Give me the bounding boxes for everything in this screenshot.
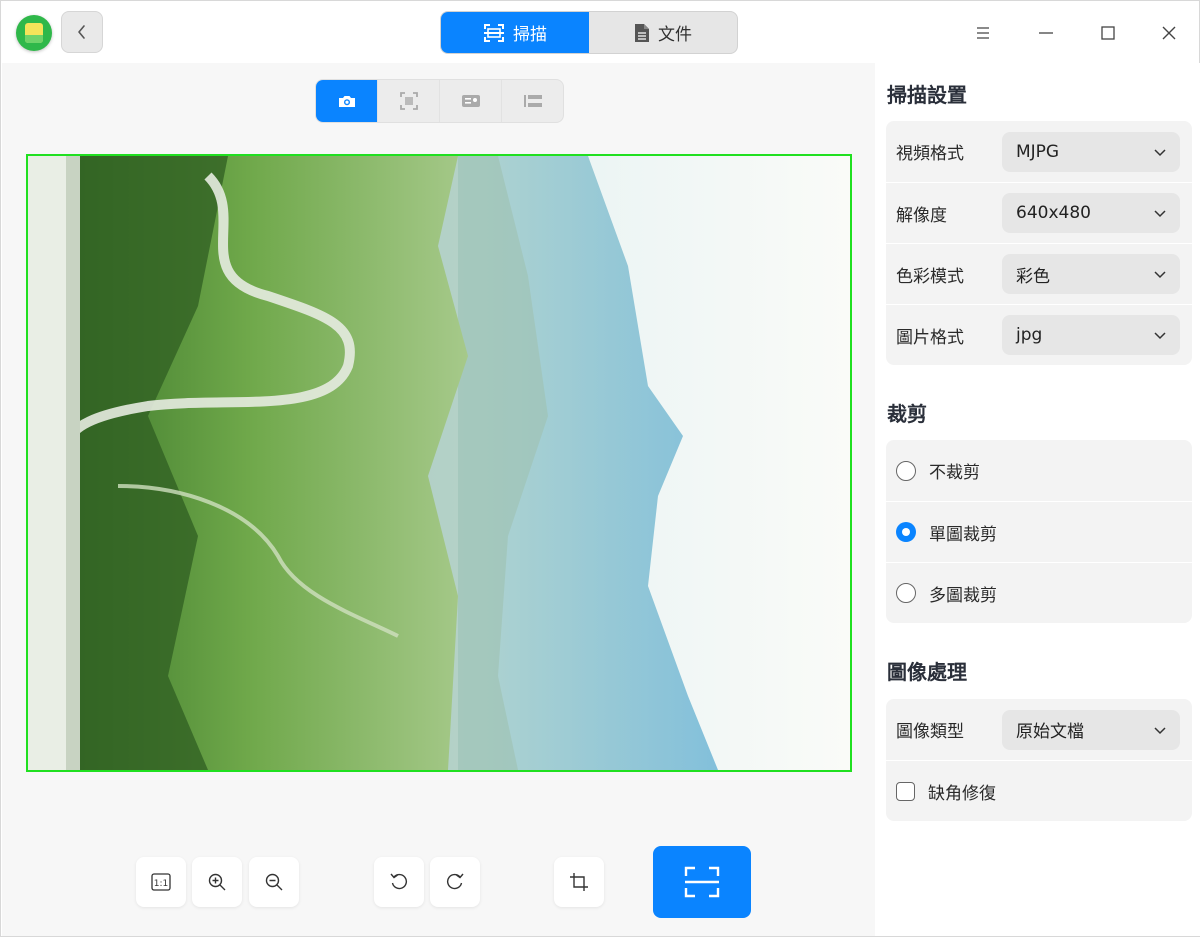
capture-mode-photo[interactable]: [316, 80, 377, 122]
color-mode-row: 色彩模式 彩色: [886, 243, 1192, 304]
crop-title: 裁剪: [887, 402, 927, 426]
image-type-value: 原始文檔: [1016, 722, 1084, 742]
crop-none-radio[interactable]: [896, 460, 916, 481]
maximize-button[interactable]: [1088, 13, 1128, 53]
image-type-select[interactable]: 原始文檔: [1002, 709, 1180, 750]
color-mode-select[interactable]: 彩色: [1002, 254, 1180, 294]
app-logo-icon: [16, 15, 52, 51]
scan-frame-icon: [399, 92, 418, 110]
chevron-down-icon: [1154, 148, 1166, 156]
camera-preview[interactable]: [26, 154, 852, 772]
scanner-window: 掃描 文件 1:1 掃描設置 視頻格式 MJPG 解像度 640x480 色彩模…: [0, 0, 1200, 937]
video-format-value: MJPG: [1016, 141, 1060, 162]
camera-icon: [338, 96, 355, 107]
crop-option-multi[interactable]: 多圖裁剪: [886, 562, 1192, 623]
color-mode-label: 色彩模式: [896, 266, 964, 287]
capture-mode-stitch[interactable]: [501, 80, 563, 122]
resolution-value: 640x480: [1016, 203, 1091, 223]
crop-group: 不裁剪 單圖裁剪 多圖裁剪: [886, 440, 1192, 623]
capture-mode-id-card[interactable]: [439, 80, 501, 122]
image-format-label: 圖片格式: [896, 327, 964, 348]
rotate-right-icon: [446, 873, 464, 890]
crop-multi-radio[interactable]: [896, 583, 916, 603]
title-bar: 掃描 文件: [1, 1, 1199, 63]
preview-workspace: 1:1: [2, 63, 875, 936]
settings-panel: 掃描設置 視頻格式 MJPG 解像度 640x480 色彩模式 彩色 圖片格式 …: [875, 63, 1200, 936]
color-mode-value: 彩色: [1016, 266, 1050, 287]
svg-text:1:1: 1:1: [154, 879, 168, 889]
corner-repair-row[interactable]: 缺角修復: [886, 760, 1192, 821]
document-icon: [635, 23, 649, 42]
stitch-icon: [523, 95, 542, 107]
chevron-down-icon: [1154, 726, 1166, 734]
crop-icon: [570, 873, 588, 891]
crop-option-single[interactable]: 單圖裁剪: [886, 501, 1192, 562]
minimize-button[interactable]: [1026, 13, 1066, 53]
crop-single-radio[interactable]: [896, 522, 916, 542]
image-processing-title: 圖像處理: [887, 660, 967, 684]
mode-tabs: 掃描 文件: [440, 11, 738, 54]
tab-scan[interactable]: 掃描: [441, 12, 589, 53]
zoom-in-icon: [208, 873, 226, 891]
actual-size-button[interactable]: 1:1: [136, 857, 186, 907]
resolution-select[interactable]: 640x480: [1002, 193, 1180, 233]
corner-repair-checkbox[interactable]: [896, 781, 915, 801]
back-button[interactable]: [61, 11, 103, 53]
resolution-label: 解像度: [896, 205, 947, 226]
rotate-left-icon: [390, 873, 408, 890]
video-format-row: 視頻格式 MJPG: [886, 121, 1192, 182]
crop-multi-label: 多圖裁剪: [929, 585, 997, 606]
menu-button[interactable]: [963, 13, 1003, 53]
tab-document-label: 文件: [658, 25, 692, 45]
chevron-down-icon: [1154, 271, 1166, 279]
rotate-left-button[interactable]: [374, 857, 424, 907]
maximize-icon: [1101, 26, 1115, 40]
scan-button[interactable]: [653, 846, 751, 918]
scan-settings-title: 掃描設置: [887, 83, 967, 107]
zoom-in-button[interactable]: [192, 857, 242, 907]
corner-repair-label: 缺角修復: [928, 783, 996, 804]
id-card-icon: [461, 95, 480, 107]
tab-document[interactable]: 文件: [589, 12, 737, 53]
scan-icon: [684, 866, 720, 898]
image-type-label: 圖像類型: [896, 722, 964, 742]
close-button[interactable]: [1149, 13, 1189, 53]
crop-none-label: 不裁剪: [929, 463, 980, 483]
image-format-row: 圖片格式 jpg: [886, 304, 1192, 365]
minimize-icon: [1039, 32, 1053, 34]
close-icon: [1162, 26, 1176, 40]
image-format-value: jpg: [1016, 325, 1043, 345]
scan-settings-group: 視頻格式 MJPG 解像度 640x480 色彩模式 彩色 圖片格式 jpg: [886, 121, 1192, 365]
video-format-select[interactable]: MJPG: [1002, 131, 1180, 172]
crop-option-none[interactable]: 不裁剪: [886, 440, 1192, 501]
capture-mode-tabs: [315, 79, 564, 123]
resolution-row: 解像度 640x480: [886, 182, 1192, 243]
video-format-label: 視頻格式: [896, 144, 964, 164]
tab-scan-label: 掃描: [513, 25, 547, 45]
menu-icon: [977, 27, 989, 39]
chevron-left-icon: [78, 25, 85, 39]
chevron-down-icon: [1154, 210, 1166, 218]
chevron-down-icon: [1154, 332, 1166, 340]
crop-button[interactable]: [554, 857, 604, 907]
image-type-row: 圖像類型 原始文檔: [886, 699, 1192, 760]
landscape-preview-image: [28, 156, 850, 770]
zoom-out-button[interactable]: [249, 857, 299, 907]
image-format-select[interactable]: jpg: [1002, 315, 1180, 355]
image-processing-group: 圖像類型 原始文檔 缺角修復: [886, 699, 1192, 821]
crop-single-label: 單圖裁剪: [929, 524, 997, 545]
rotate-right-button[interactable]: [430, 857, 480, 907]
scan-icon: [484, 23, 504, 42]
zoom-out-icon: [265, 873, 283, 891]
actual-size-icon: 1:1: [151, 873, 171, 891]
capture-mode-scan[interactable]: [377, 80, 439, 122]
